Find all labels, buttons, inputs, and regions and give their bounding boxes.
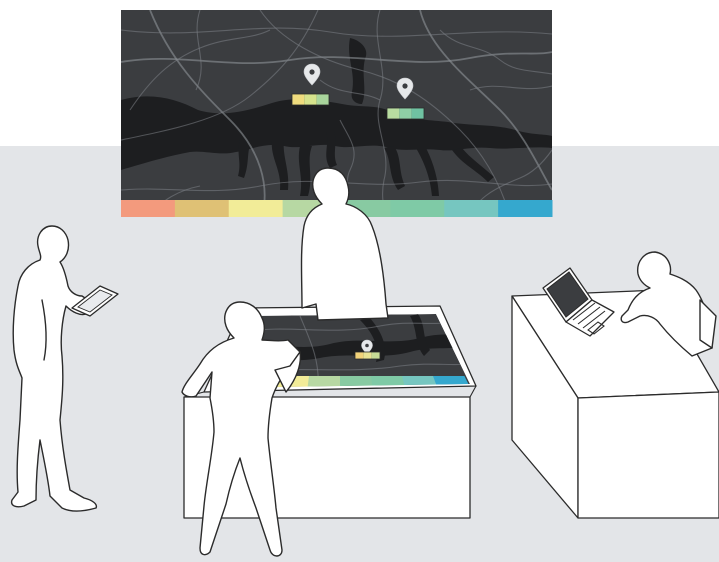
level-segment bbox=[371, 352, 380, 359]
level-indicator bbox=[354, 351, 381, 360]
legend-swatch bbox=[121, 200, 176, 217]
legend-swatch bbox=[228, 200, 284, 217]
desk-front bbox=[577, 391, 719, 519]
level-indicator bbox=[386, 107, 425, 120]
legend-swatch bbox=[390, 200, 445, 217]
level-segment bbox=[355, 352, 364, 359]
legend-swatch bbox=[498, 200, 553, 217]
level-segment bbox=[363, 352, 372, 359]
level-segment bbox=[304, 94, 317, 105]
legend-swatch bbox=[444, 200, 499, 217]
level-segment bbox=[292, 94, 305, 105]
level-segment bbox=[399, 108, 412, 119]
level-segment bbox=[316, 94, 329, 105]
level-indicator bbox=[291, 93, 330, 106]
collaborative-workspace-illustration bbox=[0, 0, 719, 562]
level-segment bbox=[411, 108, 424, 119]
level-segment bbox=[387, 108, 400, 119]
legend-swatch bbox=[174, 200, 230, 217]
